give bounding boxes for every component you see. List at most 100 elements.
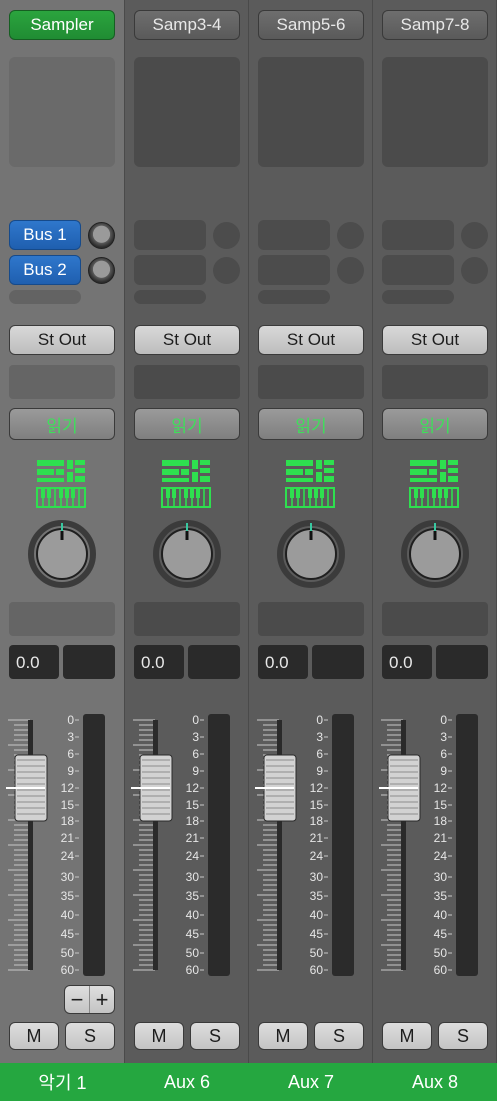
send-button-bus-1[interactable]: Bus 1 (9, 220, 81, 250)
peak-level-display[interactable] (312, 645, 364, 679)
meter-scale-label: 9 (440, 764, 447, 778)
channel-name-button[interactable]: Sampler (9, 10, 115, 40)
meter-scale-label: 24 (310, 849, 324, 863)
automation-mode-button[interactable]: 읽기 (9, 408, 115, 440)
automation-mode-button[interactable]: 읽기 (134, 408, 240, 440)
meter-scale-label: 24 (434, 849, 448, 863)
send-level-knob[interactable] (213, 222, 240, 249)
send-button-empty[interactable] (134, 255, 206, 285)
fader-cap[interactable] (131, 754, 173, 822)
volume-value-display[interactable]: 0.0 (258, 645, 308, 679)
empty-slot (134, 602, 240, 636)
plugin-slot-area[interactable] (134, 57, 240, 167)
meter-scale-label: 9 (192, 764, 199, 778)
send-button-empty[interactable] (258, 255, 330, 285)
send-empty-slot[interactable] (258, 290, 330, 304)
fader-cap[interactable] (255, 754, 297, 822)
volume-fader[interactable]: 0 3 6 9 12 15 18 21 24 30 35 40 45 50 60 (373, 712, 497, 977)
automation-mode-button[interactable]: 읽기 (382, 408, 488, 440)
pan-knob-icon[interactable] (28, 520, 96, 588)
peak-level-display[interactable] (436, 645, 488, 679)
group-slot[interactable] (9, 365, 115, 399)
keyboard-instrument-icon[interactable] (36, 459, 86, 509)
footer-label-aux-6[interactable]: Aux 6 (125, 1063, 249, 1101)
plugin-slot-area[interactable] (258, 57, 364, 167)
output-button[interactable]: St Out (258, 325, 364, 355)
send-empty-slot[interactable] (382, 290, 454, 304)
fader-cap[interactable] (379, 754, 421, 822)
channel-name-button[interactable]: Samp3-4 (134, 10, 240, 40)
send-level-knob[interactable] (88, 222, 115, 249)
footer-label-aux-7[interactable]: Aux 7 (249, 1063, 373, 1101)
send-empty-slot[interactable] (9, 290, 81, 304)
send-button-bus-2[interactable]: Bus 2 (9, 255, 81, 285)
group-slot[interactable] (382, 365, 488, 399)
group-slot[interactable] (258, 365, 364, 399)
meter-scale-label: 60 (310, 963, 324, 977)
empty-slot (9, 602, 115, 636)
automation-mode-button[interactable]: 읽기 (258, 408, 364, 440)
meter-scale-label: 6 (67, 747, 74, 761)
send-level-knob[interactable] (461, 257, 488, 284)
keyboard-instrument-icon[interactable] (161, 459, 211, 509)
send-row-2 (258, 255, 364, 285)
send-level-knob[interactable] (337, 222, 364, 249)
solo-button[interactable]: S (190, 1022, 240, 1050)
peak-level-display[interactable] (63, 645, 115, 679)
send-row-2: Bus 2 (9, 255, 115, 285)
pan-knob-icon[interactable] (153, 520, 221, 588)
mute-button[interactable]: M (382, 1022, 432, 1050)
remove-button[interactable]: − (65, 986, 90, 1013)
meter-scale-label: 9 (67, 764, 74, 778)
send-button-empty[interactable] (258, 220, 330, 250)
keyboard-instrument-icon[interactable] (409, 459, 459, 509)
meter-scale-label: 21 (186, 831, 200, 845)
solo-button[interactable]: S (314, 1022, 364, 1050)
send-row-2 (382, 255, 488, 285)
output-button[interactable]: St Out (382, 325, 488, 355)
send-level-knob[interactable] (337, 257, 364, 284)
pan-knob-icon[interactable] (277, 520, 345, 588)
plugin-slot-area[interactable] (382, 57, 488, 167)
volume-fader[interactable]: 0 3 6 9 12 15 18 21 24 30 35 40 45 50 60 (249, 712, 373, 977)
send-level-knob[interactable] (213, 257, 240, 284)
mute-button[interactable]: M (258, 1022, 308, 1050)
output-button[interactable]: St Out (9, 325, 115, 355)
output-button[interactable]: St Out (134, 325, 240, 355)
solo-button[interactable]: S (438, 1022, 488, 1050)
send-button-empty[interactable] (134, 220, 206, 250)
solo-button[interactable]: S (65, 1022, 115, 1050)
footer-label-track-1[interactable]: 악기 1 (0, 1063, 125, 1101)
send-row-1 (134, 220, 240, 250)
volume-fader[interactable]: 0 3 6 9 12 15 18 21 24 30 35 40 45 50 60 (0, 712, 124, 977)
send-button-empty[interactable] (382, 255, 454, 285)
meter-scale-label: 30 (61, 870, 75, 884)
channel-add-remove-stepper[interactable]: − + (64, 985, 115, 1014)
volume-fader[interactable]: 0 3 6 9 12 15 18 21 24 30 35 40 45 50 60 (125, 712, 249, 977)
meter-scale-label: 30 (310, 870, 324, 884)
keyboard-instrument-icon[interactable] (285, 459, 335, 509)
meter-scale-label: 35 (434, 889, 448, 903)
add-button[interactable]: + (90, 986, 114, 1013)
meter-scale-label: 15 (186, 798, 200, 812)
peak-level-display[interactable] (188, 645, 240, 679)
pan-knob-icon[interactable] (401, 520, 469, 588)
channel-name-button[interactable]: Samp5-6 (258, 10, 364, 40)
group-slot[interactable] (134, 365, 240, 399)
volume-value-display[interactable]: 0.0 (9, 645, 59, 679)
mute-button[interactable]: M (134, 1022, 184, 1050)
send-button-empty[interactable] (382, 220, 454, 250)
send-empty-slot[interactable] (134, 290, 206, 304)
meter-scale-label: 35 (186, 889, 200, 903)
mute-button[interactable]: M (9, 1022, 59, 1050)
send-level-knob[interactable] (88, 257, 115, 284)
meter-scale-label: 30 (434, 870, 448, 884)
send-level-knob[interactable] (461, 222, 488, 249)
volume-value-display[interactable]: 0.0 (134, 645, 184, 679)
footer-label-aux-8[interactable]: Aux 8 (373, 1063, 497, 1101)
volume-value-display[interactable]: 0.0 (382, 645, 432, 679)
fader-cap[interactable] (6, 754, 48, 822)
plugin-slot-area[interactable] (9, 57, 115, 167)
channel-name-button[interactable]: Samp7-8 (382, 10, 488, 40)
meter-scale-label: 45 (434, 927, 448, 941)
